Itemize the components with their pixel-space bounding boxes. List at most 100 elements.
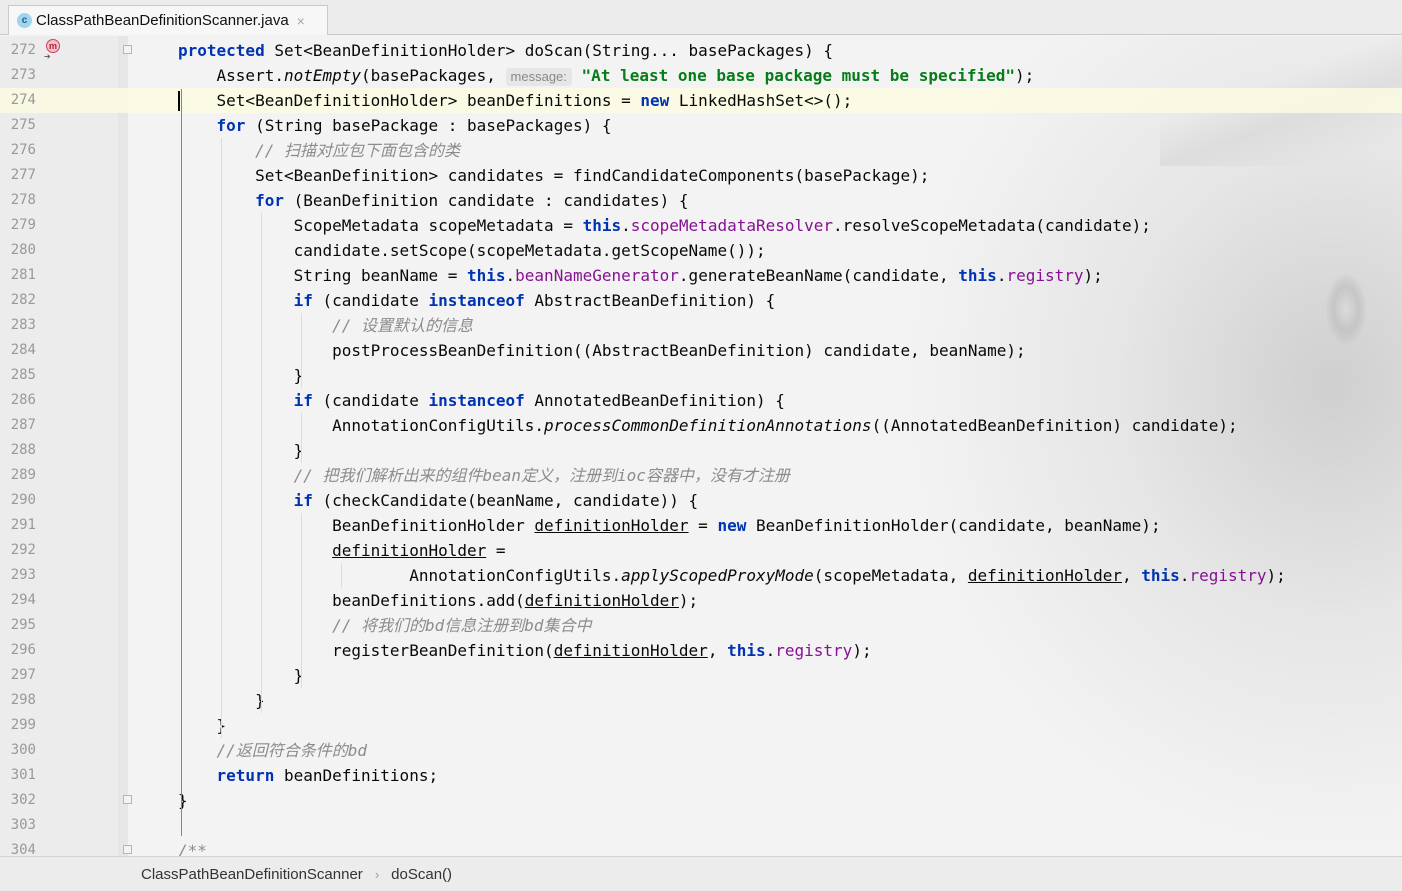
code-text: if (checkCandidate(beanName, candidate))… (293, 491, 699, 510)
breadcrumb-separator-icon: › (374, 866, 380, 882)
code-text: // 把我们解析出来的组件bean定义，注册到ioc容器中，没有才注册 (293, 466, 790, 485)
code-line[interactable]: 291 BeanDefinitionHolder definitionHolde… (0, 513, 1402, 538)
code-line[interactable]: 294 beanDefinitions.add(definitionHolder… (0, 588, 1402, 613)
indent-guide (341, 563, 342, 588)
code-text: } (178, 791, 188, 810)
line-number: 272 (10, 42, 36, 58)
line-number: 276 (10, 142, 36, 158)
code-line[interactable]: 285 } (0, 363, 1402, 388)
code-line[interactable]: 304 /** (0, 838, 1402, 856)
code-text: for (BeanDefinition candidate : candidat… (255, 191, 689, 210)
code-line[interactable]: 284 postProcessBeanDefinition((AbstractB… (0, 338, 1402, 363)
fold-marker-icon[interactable] (123, 795, 132, 804)
code-line[interactable]: 293 AnnotationConfigUtils.applyScopedPro… (0, 563, 1402, 588)
line-number: 303 (10, 817, 36, 833)
line-number: 291 (10, 517, 36, 533)
code-text: beanDefinitions.add(definitionHolder); (178, 591, 699, 610)
code-text: /** (178, 841, 207, 856)
line-number: 277 (10, 167, 36, 183)
indent-guide (261, 213, 262, 713)
line-number: 292 (10, 542, 36, 558)
code-line[interactable]: 277 Set<BeanDefinition> candidates = fin… (0, 163, 1402, 188)
fold-marker-icon[interactable] (123, 45, 132, 54)
code-text: } (178, 666, 304, 685)
code-text: candidate.setScope(scopeMetadata.getScop… (178, 241, 766, 260)
code-text: ScopeMetadata scopeMetadata = this.scope… (178, 216, 1151, 235)
code-line[interactable]: 297 } (0, 663, 1402, 688)
code-line[interactable]: 303 (0, 813, 1402, 838)
code-line[interactable]: 288 } (0, 438, 1402, 463)
line-number: 301 (10, 767, 36, 783)
line-number: 296 (10, 642, 36, 658)
code-line[interactable]: 302} (0, 788, 1402, 813)
fold-marker-icon[interactable] (123, 845, 132, 854)
code-text: String beanName = this.beanNameGenerator… (178, 266, 1103, 285)
code-text: for (String basePackage : basePackages) … (216, 116, 612, 135)
code-line[interactable]: 281 String beanName = this.beanNameGener… (0, 263, 1402, 288)
code-line[interactable]: 276 // 扫描对应包下面包含的类 (0, 138, 1402, 163)
indent-guide (301, 413, 302, 463)
line-number: 295 (10, 617, 36, 633)
code-text: postProcessBeanDefinition((AbstractBeanD… (178, 341, 1026, 360)
indent-guide (221, 138, 222, 738)
code-line[interactable]: 289 // 把我们解析出来的组件bean定义，注册到ioc容器中，没有才注册 (0, 463, 1402, 488)
code-line[interactable]: 299 } (0, 713, 1402, 738)
line-number: 285 (10, 367, 36, 383)
override-arrow-icon[interactable]: ➔ (44, 50, 51, 63)
code-line[interactable]: 295 // 将我们的bd信息注册到bd集合中 (0, 613, 1402, 638)
line-number: 289 (10, 467, 36, 483)
line-number: 279 (10, 217, 36, 233)
code-line[interactable]: 290 if (checkCandidate(beanName, candida… (0, 488, 1402, 513)
code-text: if (candidate instanceof AnnotatedBeanDe… (293, 391, 785, 410)
line-number: 299 (10, 717, 36, 733)
line-number: 282 (10, 292, 36, 308)
editor-tab-bar: c ClassPathBeanDefinitionScanner.java × (0, 0, 1402, 35)
code-line[interactable]: 273 Assert.notEmpty(basePackages, messag… (0, 63, 1402, 88)
code-line[interactable]: 282 if (candidate instanceof AbstractBea… (0, 288, 1402, 313)
code-line[interactable]: 274 Set<BeanDefinitionHolder> beanDefini… (0, 88, 1402, 113)
line-number: 298 (10, 692, 36, 708)
line-number: 288 (10, 442, 36, 458)
line-number: 302 (10, 792, 36, 808)
code-text: } (178, 366, 304, 385)
code-line[interactable]: 280 candidate.setScope(scopeMetadata.get… (0, 238, 1402, 263)
line-number: 300 (10, 742, 36, 758)
code-line[interactable]: 279 ScopeMetadata scopeMetadata = this.s… (0, 213, 1402, 238)
code-text: protected Set<BeanDefinitionHolder> doSc… (178, 41, 834, 60)
code-text: if (candidate instanceof AbstractBeanDef… (293, 291, 776, 310)
java-class-icon: c (17, 13, 32, 28)
code-text: Assert.notEmpty(basePackages, message: "… (178, 66, 1035, 86)
code-line[interactable]: 278 for (BeanDefinition candidate : cand… (0, 188, 1402, 213)
code-text: } (178, 716, 227, 735)
line-number: 290 (10, 492, 36, 508)
line-number: 304 (10, 842, 36, 856)
close-tab-icon[interactable]: × (297, 13, 305, 29)
code-editor[interactable]: 272 protected Set<BeanDefinitionHolder> d… (0, 36, 1402, 856)
code-line[interactable]: 296 registerBeanDefinition(definitionHol… (0, 638, 1402, 663)
file-tab-title: ClassPathBeanDefinitionScanner.java (36, 12, 289, 29)
line-number: 287 (10, 417, 36, 433)
file-tab[interactable]: c ClassPathBeanDefinitionScanner.java × (8, 5, 328, 35)
code-line[interactable]: 300 //返回符合条件的bd (0, 738, 1402, 763)
line-number: 297 (10, 667, 36, 683)
code-text: } (178, 441, 304, 460)
code-line[interactable]: 283 // 设置默认的信息 (0, 313, 1402, 338)
code-text: Set<BeanDefinitionHolder> beanDefinition… (178, 91, 853, 110)
code-line[interactable]: 287 AnnotationConfigUtils.processCommonD… (0, 413, 1402, 438)
breadcrumb: ClassPathBeanDefinitionScanner › doScan(… (0, 856, 1402, 891)
code-line[interactable]: 272 protected Set<BeanDefinitionHolder> d… (0, 38, 1402, 63)
code-text: definitionHolder = (332, 541, 506, 560)
code-line[interactable]: 301 return beanDefinitions; (0, 763, 1402, 788)
code-line[interactable]: 292 definitionHolder = (0, 538, 1402, 563)
code-line[interactable]: 286 if (candidate instanceof AnnotatedBe… (0, 388, 1402, 413)
code-line[interactable]: 275 for (String basePackage : basePackag… (0, 113, 1402, 138)
breadcrumb-class[interactable]: ClassPathBeanDefinitionScanner (141, 866, 363, 883)
breadcrumb-method[interactable]: doScan() (391, 866, 452, 883)
code-text: //返回符合条件的bd (216, 741, 368, 760)
line-number: 294 (10, 592, 36, 608)
code-text: return beanDefinitions; (216, 766, 439, 785)
code-text: // 设置默认的信息 (332, 316, 474, 335)
code-line[interactable]: 298 } (0, 688, 1402, 713)
indent-guide (301, 513, 302, 688)
code-text: // 将我们的bd信息注册到bd集合中 (332, 616, 592, 635)
